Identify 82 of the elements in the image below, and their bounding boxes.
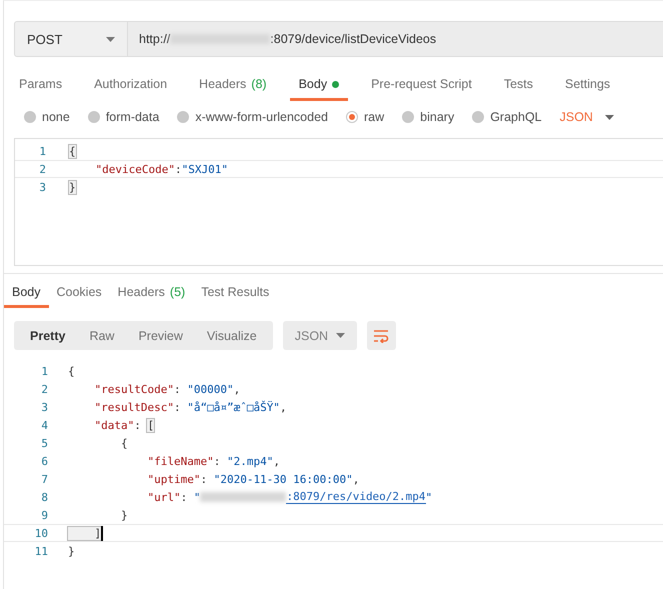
code-text: :: [174, 400, 182, 414]
body-type-radio[interactable]: x-www-form-urlencoded: [177, 110, 328, 124]
code-text: :: [200, 472, 208, 486]
code-text: "resultDesc": [93, 400, 174, 414]
line-number: 5: [40, 436, 49, 450]
request-tab[interactable]: Body: [290, 71, 348, 101]
code-text: "2.mp4": [226, 454, 274, 468]
code-text: ,: [352, 472, 360, 486]
line-number: 1: [40, 364, 49, 378]
body-type-radio[interactable]: form-data: [88, 110, 160, 124]
line-number: 10: [34, 526, 49, 540]
code-text: {: [69, 144, 76, 158]
wrap-icon: [373, 328, 390, 342]
url-link[interactable]: :8079/res/video/2.mp4: [286, 490, 426, 504]
code-text: }: [68, 544, 75, 558]
code-text: ": [194, 490, 200, 504]
caret-icon: [106, 36, 115, 42]
code-text: "00000": [187, 382, 234, 396]
code-text: "SXJ01": [182, 162, 228, 176]
response-tab[interactable]: Test Results: [193, 279, 278, 308]
format-dropdown[interactable]: JSON: [560, 110, 614, 124]
code-text: "2020-11-30 16:00:00": [214, 472, 353, 486]
body-type-radio[interactable]: none: [24, 110, 70, 124]
code-text: :: [174, 382, 182, 396]
format-dropdown[interactable]: JSON: [282, 321, 357, 350]
line-number: 1: [38, 144, 47, 158]
response-tab[interactable]: Cookies: [48, 279, 110, 308]
line-number: 8: [40, 490, 49, 504]
code-text: "uptime": [146, 472, 200, 486]
line-number: 7: [40, 472, 49, 486]
response-tab[interactable]: Body: [4, 279, 48, 308]
code-text: "deviceCode": [94, 162, 175, 176]
line-number: 3: [38, 180, 47, 194]
code-text: ,: [234, 382, 240, 396]
request-tab[interactable]: Authorization: [85, 71, 176, 101]
line-number: 4: [40, 418, 49, 432]
request-tab[interactable]: Headers (8): [190, 71, 276, 101]
code-text: ]: [68, 526, 102, 540]
request-tab[interactable]: Settings: [556, 71, 620, 101]
line-number: 2: [40, 382, 49, 396]
line-number: 2: [38, 162, 47, 176]
text-cursor: [101, 526, 104, 540]
request-tab[interactable]: Params: [10, 71, 72, 101]
count-label: (8): [251, 77, 267, 91]
response-tab[interactable]: Headers (5): [110, 279, 194, 308]
body-type-radio[interactable]: raw: [346, 110, 384, 124]
code-text: "å“□å¤”æˆ□åŠŸ": [187, 400, 280, 414]
code-text: {: [68, 364, 75, 378]
line-number: 9: [40, 508, 49, 522]
wrap-button[interactable]: [366, 321, 396, 350]
code-text: ,: [273, 454, 280, 468]
line-number: 11: [34, 544, 49, 558]
body-type-radio[interactable]: binary: [402, 110, 454, 124]
body-type-radio[interactable]: GraphQL: [472, 110, 542, 124]
url-field[interactable]: http:// :8079/device/listDeviceVideos: [128, 21, 663, 57]
caret-icon: [604, 114, 614, 120]
code-text: :: [174, 162, 182, 176]
code-text: "url": [146, 490, 181, 504]
code-text: "data": [93, 418, 134, 432]
view-mode-tab[interactable]: Visualize: [194, 321, 269, 350]
code-text: }: [69, 180, 76, 194]
code-text: :: [180, 490, 188, 504]
code-text: ": [426, 490, 432, 504]
code-text: :: [134, 418, 142, 432]
method-dropdown[interactable]: POST: [14, 21, 128, 57]
caret-icon: [336, 333, 345, 338]
count-label: (5): [170, 285, 186, 299]
view-mode-tab[interactable]: Pretty: [18, 321, 78, 350]
code-text: [: [147, 418, 154, 432]
code-editor[interactable]: 1 { 2 "deviceCode":"SXJ01" 3 }: [14, 138, 663, 266]
code-text: }: [120, 508, 128, 522]
line-number: 3: [40, 400, 49, 414]
view-mode-tab[interactable]: Raw: [77, 321, 126, 350]
request-tab[interactable]: Pre-request Script: [362, 71, 481, 101]
line-number: 6: [40, 454, 49, 468]
request-tab[interactable]: Tests: [494, 71, 542, 101]
view-mode-tab[interactable]: Preview: [126, 321, 195, 350]
code-text: :: [214, 454, 222, 468]
code-text: {: [120, 436, 128, 450]
code-text: "resultCode": [93, 382, 174, 396]
code-text: ,: [280, 400, 287, 414]
code-text: "fileName": [146, 454, 214, 468]
